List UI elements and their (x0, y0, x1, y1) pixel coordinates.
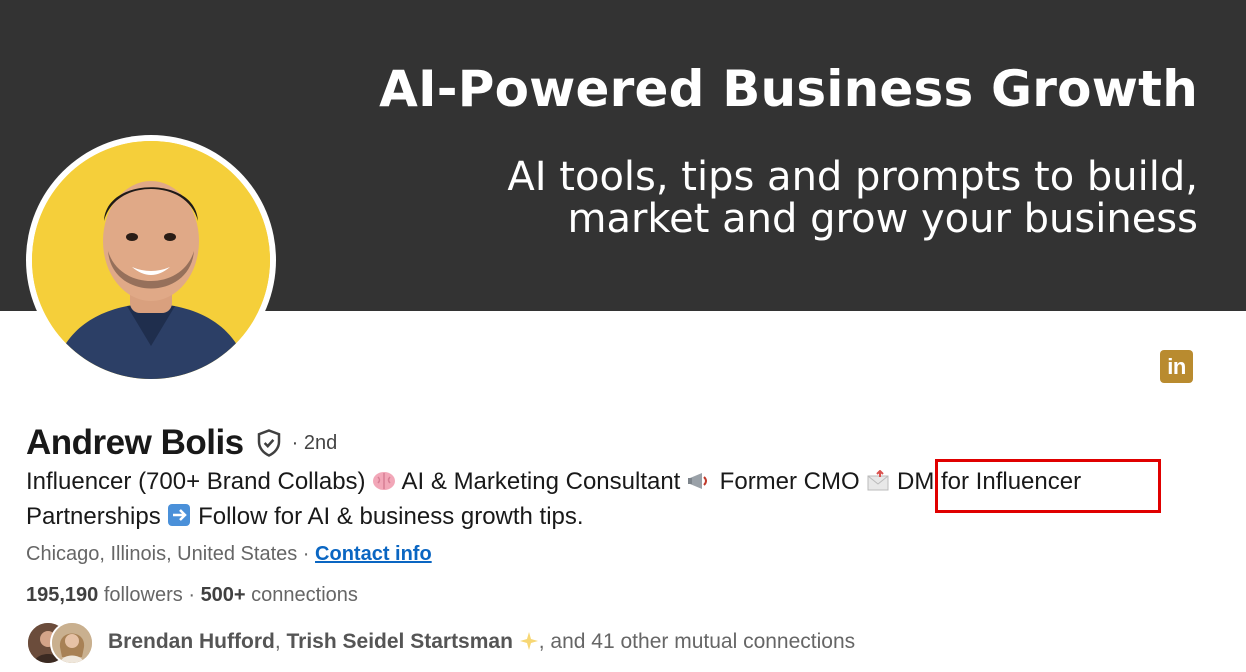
envelope-emoji (866, 469, 890, 501)
banner-subtitle: AI tools, tips and prompts to build, mar… (418, 156, 1198, 240)
banner-subtitle-line1: AI tools, tips and prompts to build, (507, 154, 1198, 200)
profile-avatar[interactable] (26, 135, 276, 385)
headline-part: Former CMO (713, 468, 867, 495)
headline-part: AI & Marketing Consultant (396, 468, 688, 495)
megaphone-emoji (687, 469, 713, 501)
mutual-avatars (26, 621, 98, 665)
connection-degree: · 2nd (291, 431, 338, 454)
mutual-separator: , (274, 629, 287, 653)
mutual-name[interactable]: Trish Seidel Startsman (287, 630, 513, 653)
connections-separator: · (182, 584, 201, 606)
connections-label: connections (245, 584, 358, 606)
headline-part: Influencer (700+ Brand Collabs) (26, 468, 373, 495)
avatar-photo (32, 141, 270, 379)
mutual-rest: , and 41 other mutual connections (538, 629, 856, 653)
followers-count[interactable]: 195,190 (26, 584, 98, 606)
headline-part: Follow for AI & business growth tips. (191, 503, 584, 530)
highlight-box (935, 459, 1161, 513)
banner-title: AI-Powered Business Growth (379, 60, 1198, 118)
contact-info-link[interactable]: Contact info (315, 543, 432, 565)
profile-page: AI-Powered Business Growth AI tools, tip… (0, 0, 1246, 672)
name-row: Andrew Bolis · 2nd (26, 421, 337, 465)
sparkles-emoji (519, 631, 539, 657)
connections-count[interactable]: 500+ (201, 584, 246, 606)
profile-location: Chicago, Illinois, United States · Conta… (26, 543, 432, 566)
mutual-name[interactable]: Brendan Hufford (108, 630, 275, 653)
headline-part: Partnerships (26, 503, 168, 530)
right-arrow-emoji (167, 503, 191, 536)
location-text: Chicago, Illinois, United States · (26, 543, 316, 565)
followers-row: 195,190 followers · 500+ connections (26, 584, 358, 607)
verified-shield-icon[interactable] (254, 428, 284, 458)
profile-name: Andrew Bolis (26, 423, 244, 462)
mutual-connections-text: Brendan Hufford, Trish Seidel Startsman … (108, 630, 855, 657)
followers-label: followers (98, 584, 183, 606)
mutual-connections[interactable]: Brendan Hufford, Trish Seidel Startsman … (26, 621, 855, 665)
banner-subtitle-line2: market and grow your business (567, 196, 1199, 242)
linkedin-icon[interactable]: in (1160, 350, 1193, 383)
brain-emoji (372, 469, 396, 501)
mutual-avatar (50, 621, 94, 665)
